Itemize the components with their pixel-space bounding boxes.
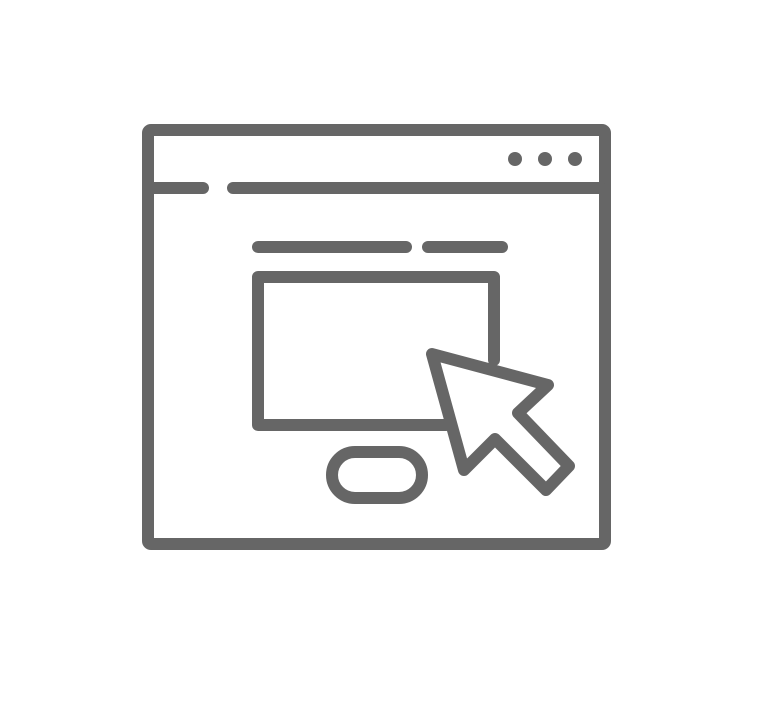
window-control-dots [508, 152, 582, 166]
content-image-frame [252, 271, 500, 431]
browser-window-click-icon [142, 124, 611, 550]
window-dot-2 [538, 152, 552, 166]
button-pill [326, 446, 428, 504]
window-dot-1 [508, 152, 522, 166]
window-dot-3 [568, 152, 582, 166]
mouse-pointer-arrow-icon [426, 348, 575, 496]
